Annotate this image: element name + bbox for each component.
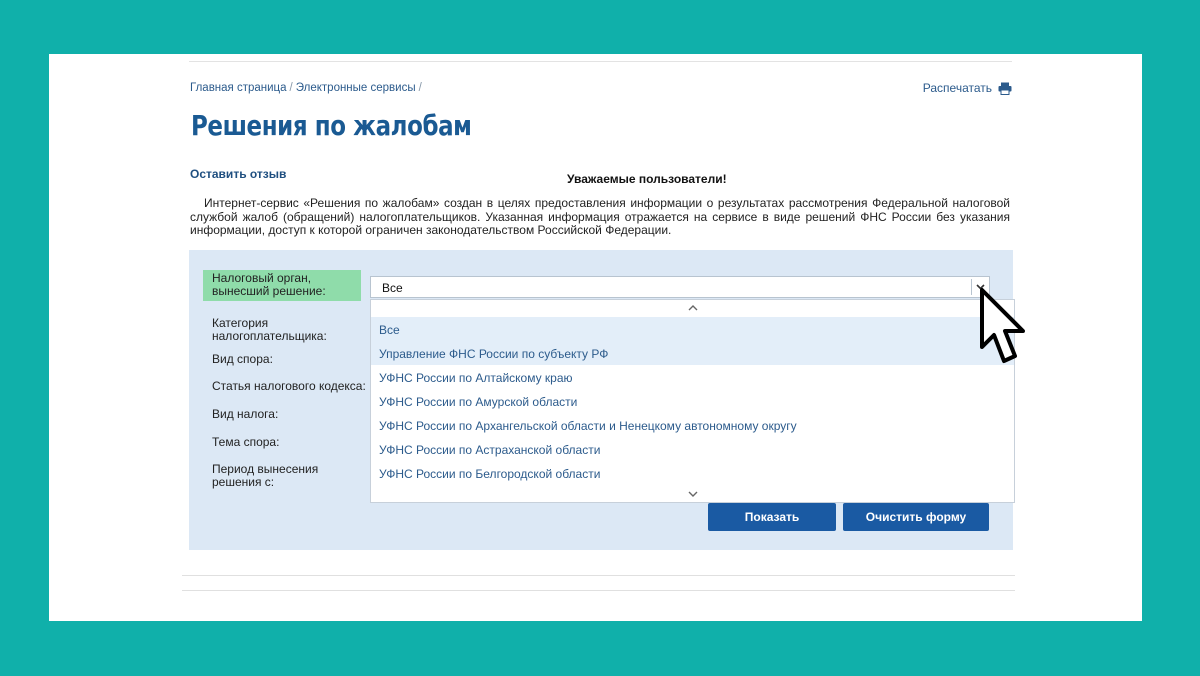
notice-title: Уважаемые пользователи! [567, 172, 727, 186]
footer-divider [182, 590, 1015, 591]
label-dispute-type: Вид спора: [212, 352, 273, 366]
breadcrumb-home-link[interactable]: Главная страница [190, 82, 287, 94]
dropdown-option[interactable]: УФНС России по Астраханской области [371, 437, 1014, 461]
label-tax-authority: Налоговый орган, вынесший решение: [203, 270, 361, 301]
chevron-up-icon[interactable] [371, 300, 1014, 316]
dropdown-option[interactable]: УФНС России по Амурской области [371, 389, 1014, 413]
breadcrumb-services-link[interactable]: Электронные сервисы [296, 82, 416, 94]
leave-feedback-link[interactable]: Оставить отзыв [190, 167, 286, 181]
mouse-cursor-icon [977, 287, 1031, 376]
label-tax-type: Вид налога: [212, 407, 279, 421]
label-tax-code-article: Статья налогового кодекса: [212, 379, 366, 393]
top-divider [189, 61, 1012, 62]
clear-form-button[interactable]: Очистить форму [843, 503, 989, 531]
breadcrumb-separator: / [418, 82, 422, 94]
dropdown-option[interactable]: УФНС России по Архангельской области и Н… [371, 413, 1014, 437]
printer-icon [998, 82, 1012, 95]
notice-text: Интернет-сервис «Решения по жалобам» соз… [190, 196, 1010, 237]
footer-divider [182, 575, 1015, 576]
select-value: Все [382, 281, 403, 295]
label-taxpayer-category: Категория налогоплательщика: [212, 316, 327, 343]
show-button[interactable]: Показать [708, 503, 836, 531]
label-period-from: Период вынесения решения с: [212, 462, 319, 489]
chevron-down-icon[interactable] [371, 486, 1014, 502]
label-dispute-topic: Тема спора: [212, 435, 280, 449]
print-label: Распечатать [922, 81, 992, 95]
print-link[interactable]: Распечатать [923, 81, 1012, 95]
tax-authority-dropdown[interactable]: Все Управление ФНС России по субъекту РФ… [370, 299, 1015, 503]
dropdown-option[interactable]: УФНС России по Алтайскому краю [371, 365, 1014, 389]
tax-authority-select[interactable]: Все [370, 276, 990, 298]
dropdown-option-all[interactable]: Все [371, 317, 1014, 341]
dropdown-option[interactable]: Управление ФНС России по субъекту РФ [371, 341, 1014, 365]
breadcrumb-separator: / [289, 82, 293, 94]
dropdown-option[interactable]: УФНС России по Белгородской области [371, 461, 1014, 485]
search-form: Налоговый орган, вынесший решение: Катег… [189, 250, 1015, 550]
dropdown-options: Все Управление ФНС России по субъекту РФ… [371, 317, 1014, 485]
breadcrumb: Главная страница / Электронные сервисы / [190, 82, 425, 94]
page-title: Решения по жалобам [191, 109, 472, 142]
